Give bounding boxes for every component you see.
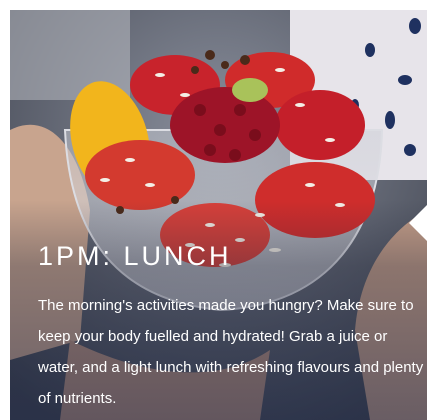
section-title: 1PM: LUNCH: [38, 241, 232, 271]
pointer-notch: [409, 205, 427, 241]
section-description: The morning's activities made you hungry…: [38, 297, 424, 407]
lunch-card: 1PM: LUNCH The morning's activities made…: [10, 10, 427, 420]
